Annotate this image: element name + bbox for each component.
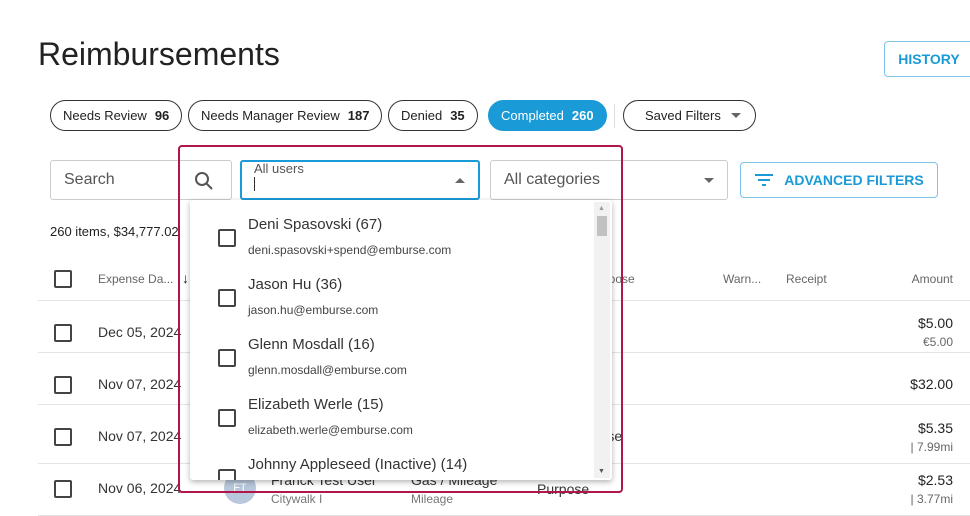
- saved-filters-dropdown[interactable]: Saved Filters: [623, 100, 756, 131]
- option-name: Johnny Appleseed (Inactive) (14): [248, 456, 468, 473]
- amount-original: €5.00: [922, 335, 953, 349]
- chip-count: 260: [571, 108, 594, 123]
- results-summary: 260 items, $34,777.02: [50, 224, 179, 239]
- users-select-label: All users: [254, 161, 304, 176]
- select-all-checkbox[interactable]: [54, 270, 72, 288]
- chip-label: Needs Review: [63, 108, 147, 123]
- filter-icon: [755, 174, 774, 186]
- row-checkbox[interactable]: [54, 428, 72, 446]
- caret-down-icon: [730, 113, 741, 118]
- amount: $32.00: [910, 376, 953, 392]
- option-checkbox[interactable]: [218, 469, 236, 480]
- chip-label: Completed: [501, 108, 564, 123]
- option-name: Jason Hu (36): [248, 276, 343, 293]
- expense-date: Nov 06, 2024: [98, 480, 182, 496]
- chip-count: 96: [154, 108, 170, 123]
- distance: | 3.77mi: [910, 492, 953, 506]
- chip-needs-manager-review[interactable]: Needs Manager Review 187: [188, 100, 383, 131]
- header-receipt[interactable]: Receipt: [786, 272, 827, 286]
- search-placeholder: Search: [64, 171, 115, 188]
- expense-date: Nov 07, 2024: [98, 376, 182, 392]
- scroll-down-icon[interactable]: ▼: [598, 468, 605, 475]
- header-warnings[interactable]: Warn...: [723, 272, 761, 286]
- option-name: Deni Spasovski (67): [248, 216, 383, 233]
- text-cursor: [254, 177, 255, 191]
- header-expense-date[interactable]: Expense Da...: [98, 272, 173, 286]
- advanced-filters-label: ADVANCED FILTERS: [784, 172, 924, 188]
- option-email: deni.spasovski+spend@emburse.com: [248, 243, 452, 257]
- chip-label: Needs Manager Review: [201, 108, 340, 123]
- expense-date: Dec 05, 2024: [98, 324, 182, 340]
- user-option[interactable]: Johnny Appleseed (Inactive) (14): [190, 440, 594, 480]
- user-option[interactable]: Deni Spasovski (67) deni.spasovski+spend@…: [190, 200, 594, 260]
- row-checkbox[interactable]: [54, 480, 72, 498]
- chip-label: Saved Filters: [645, 108, 721, 123]
- purpose: Purpose: [537, 481, 590, 497]
- user-option[interactable]: Glenn Mosdall (16) glenn.mosdall@emburse.…: [190, 320, 594, 380]
- search-icon[interactable]: [194, 171, 214, 191]
- sort-arrow-icon[interactable]: ↓: [182, 270, 189, 286]
- caret-up-icon: [455, 178, 465, 183]
- chip-denied[interactable]: Denied 35: [388, 100, 478, 131]
- option-checkbox[interactable]: [218, 289, 236, 307]
- chip-count: 35: [450, 108, 465, 123]
- option-checkbox[interactable]: [218, 409, 236, 427]
- amount: $2.53: [917, 472, 953, 488]
- option-email: jason.hu@emburse.com: [248, 303, 379, 317]
- chip-count: 187: [347, 108, 370, 123]
- chip-label: Denied: [401, 108, 443, 123]
- users-dropdown-list[interactable]: Deni Spasovski (67) deni.spasovski+spend@…: [190, 200, 612, 480]
- user-sub: Citywalk I: [271, 492, 323, 506]
- option-name: Elizabeth Werle (15): [248, 396, 384, 413]
- categories-select[interactable]: All categories: [490, 160, 728, 200]
- categories-value: All categories: [504, 171, 601, 188]
- option-checkbox[interactable]: [218, 349, 236, 367]
- distance: | 7.99mi: [910, 440, 953, 454]
- option-name: Glenn Mosdall (16): [248, 336, 375, 353]
- user-option[interactable]: Elizabeth Werle (15) elizabeth.werle@embu…: [190, 380, 594, 440]
- page-title: Reimbursements: [38, 36, 280, 72]
- chip-completed[interactable]: Completed 260: [488, 100, 607, 131]
- divider: [614, 104, 615, 128]
- category-sub: Mileage: [411, 492, 454, 506]
- scrollbar[interactable]: ▲ ▼: [594, 202, 610, 478]
- option-email: glenn.mosdall@emburse.com: [248, 363, 407, 377]
- chip-needs-review[interactable]: Needs Review 96: [50, 100, 183, 131]
- amount: $5.00: [917, 315, 953, 331]
- row-checkbox[interactable]: [54, 324, 72, 342]
- option-email: elizabeth.werle@emburse.com: [248, 423, 413, 437]
- search-input[interactable]: Search: [50, 160, 232, 200]
- scroll-up-icon[interactable]: ▲: [598, 205, 605, 212]
- history-button[interactable]: HISTORY: [884, 41, 970, 77]
- expense-date: Nov 07, 2024: [98, 428, 182, 444]
- user-option[interactable]: Jason Hu (36) jason.hu@emburse.com: [190, 260, 594, 320]
- users-select[interactable]: All users: [240, 160, 480, 200]
- amount: $5.35: [917, 420, 953, 436]
- advanced-filters-button[interactable]: ADVANCED FILTERS: [740, 162, 938, 198]
- header-amount[interactable]: Amount: [912, 272, 953, 286]
- caret-down-icon: [704, 178, 714, 183]
- scrollbar-thumb[interactable]: [597, 216, 607, 236]
- option-checkbox[interactable]: [218, 229, 236, 247]
- row-checkbox[interactable]: [54, 376, 72, 394]
